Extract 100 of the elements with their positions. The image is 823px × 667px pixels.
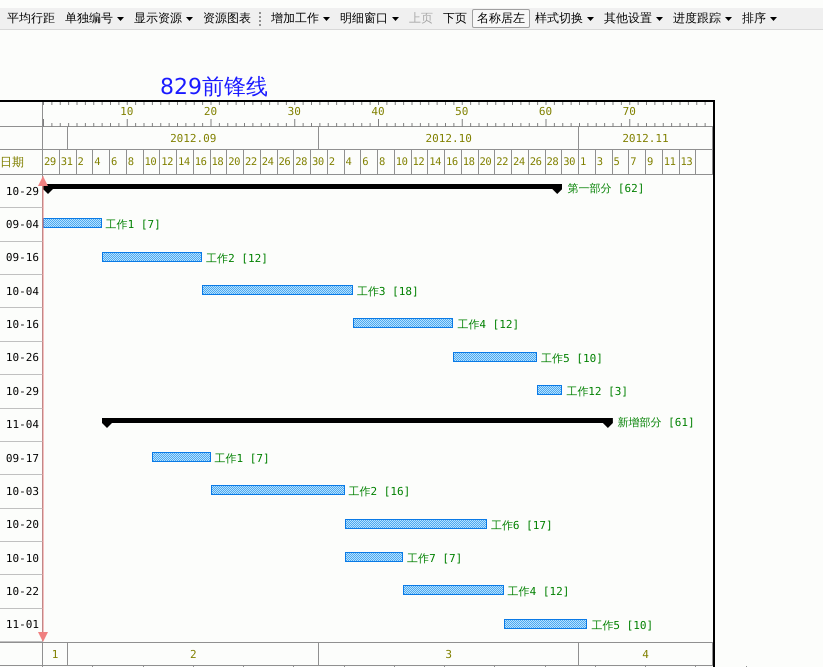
- day-label: 11: [664, 156, 676, 168]
- day-label: 20: [228, 156, 240, 168]
- day-label: 5: [614, 156, 620, 168]
- task-bar: [344, 552, 404, 562]
- day-label: 1: [580, 156, 586, 168]
- task-label: 工作5 [10]: [541, 350, 603, 366]
- day-label: 20: [480, 156, 492, 168]
- day-label: 12: [161, 156, 173, 168]
- day-label: 16: [446, 156, 458, 168]
- day-label: 4: [346, 156, 352, 168]
- day-label: 14: [429, 156, 441, 168]
- toolbar-button[interactable]: 下页: [438, 9, 472, 28]
- day-label: 6: [362, 156, 368, 168]
- caret-icon: [117, 16, 124, 20]
- date-cell: 11-04: [6, 418, 39, 432]
- task-label: 工作1 [7]: [214, 450, 270, 466]
- date-cell: 10-20: [6, 518, 39, 532]
- dropdown-button[interactable]: 明细窗口: [335, 9, 404, 28]
- month-label: 2012.10: [426, 132, 472, 144]
- date-cell: 10-04: [6, 284, 39, 298]
- task-bar: [43, 218, 102, 228]
- day-label: 24: [513, 156, 525, 168]
- toolbar-grip[interactable]: [259, 12, 263, 26]
- day-label: 30: [312, 156, 324, 168]
- date-cell: 09-17: [6, 452, 39, 465]
- chart-title: 829前锋线: [160, 74, 268, 102]
- caret-icon: [725, 16, 732, 20]
- toolbar-button[interactable]: 平均行距: [2, 9, 60, 28]
- day-label: 28: [295, 156, 307, 168]
- scale-label: 40: [371, 105, 385, 118]
- date-cell: 10-29: [6, 384, 39, 398]
- period-label: 4: [642, 648, 649, 661]
- caret-icon: [186, 16, 193, 20]
- day-label: 26: [278, 156, 290, 168]
- task-bar: [152, 452, 210, 462]
- date-cell: 10-26: [6, 351, 39, 364]
- day-label: 13: [680, 156, 692, 168]
- day-label: 8: [128, 156, 134, 168]
- day-label: 24: [262, 156, 274, 168]
- dropdown-button[interactable]: 其他设置: [599, 9, 668, 28]
- dropdown-button[interactable]: 单独编号: [60, 9, 129, 28]
- period-label: 2: [190, 648, 197, 661]
- task-label: 工作3 [18]: [356, 284, 419, 300]
- day-label: 26: [530, 156, 542, 168]
- day-label: 3: [596, 156, 603, 168]
- date-cell: 10-22: [6, 584, 39, 598]
- task-label: 新增部分 [61]: [618, 414, 695, 430]
- day-label: 18: [212, 156, 224, 168]
- task-label: 工作12 [3]: [566, 384, 628, 400]
- period-label: 3: [445, 648, 452, 661]
- day-label: 31: [60, 156, 72, 168]
- toolbar-button[interactable]: 资源图表: [198, 9, 256, 28]
- day-label: 10: [144, 156, 156, 168]
- task-bar: [537, 385, 562, 396]
- date-cell: 09-16: [6, 251, 39, 264]
- scale-label: 20: [204, 105, 218, 118]
- day-label: 14: [178, 156, 190, 168]
- date-cell: 10-03: [6, 484, 39, 498]
- period-label: 1: [52, 648, 58, 661]
- day-label: 10: [396, 156, 408, 168]
- task-label: 工作4 [12]: [508, 584, 570, 600]
- dropdown-button[interactable]: 进度跟踪: [668, 9, 737, 28]
- date-cell: 10-16: [6, 318, 39, 332]
- dropdown-button[interactable]: 增加工作: [266, 9, 335, 28]
- day-label: 9: [647, 156, 653, 168]
- day-label: 8: [379, 156, 385, 168]
- caret-icon: [323, 16, 330, 20]
- scale-label: 70: [622, 105, 636, 118]
- task-label: 工作4 [12]: [457, 317, 520, 332]
- date-cell: 11-01: [6, 618, 39, 632]
- dropdown-button[interactable]: 显示资源: [129, 9, 198, 28]
- dropdown-button[interactable]: 排序: [737, 9, 782, 28]
- caret-icon: [656, 16, 663, 20]
- caret-icon: [770, 16, 777, 20]
- day-label: 16: [194, 156, 206, 168]
- day-label: 18: [462, 156, 474, 168]
- dropdown-button[interactable]: 样式切换: [530, 9, 599, 28]
- column-header: 日期: [0, 154, 24, 170]
- task-label: 工作2 [12]: [206, 250, 268, 266]
- date-cell: 10-29: [6, 184, 39, 198]
- month-label: 2012.11: [622, 132, 669, 144]
- day-label: 30: [563, 156, 575, 168]
- date-cell: 09-04: [6, 218, 39, 232]
- day-label: 29: [44, 156, 56, 168]
- scale-label: 50: [455, 105, 468, 118]
- toolbar-button[interactable]: 名称居左: [472, 9, 530, 28]
- task-label: 第一部分 [62]: [567, 181, 644, 196]
- scale-label: 30: [288, 105, 301, 118]
- day-label: 28: [546, 156, 558, 168]
- day-label: 2: [328, 156, 335, 168]
- scale-label: 60: [538, 105, 552, 118]
- caret-icon: [587, 16, 594, 20]
- month-label: 2012.09: [170, 132, 216, 144]
- date-cell: 10-10: [6, 552, 39, 565]
- task-label: 工作2 [16]: [348, 484, 410, 500]
- day-label: 2: [78, 156, 84, 168]
- day-label: 4: [94, 156, 100, 168]
- day-label: 22: [496, 156, 508, 168]
- task-label: 工作6 [17]: [490, 518, 553, 533]
- task-label: 工作1 [7]: [106, 217, 161, 232]
